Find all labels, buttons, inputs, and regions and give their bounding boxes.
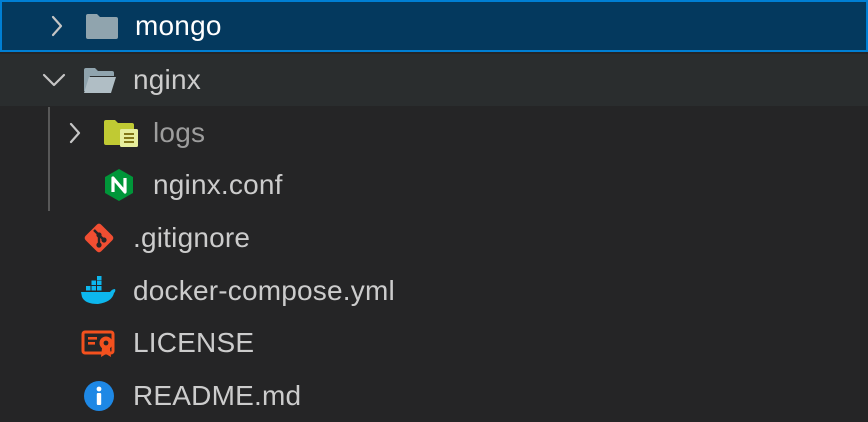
tree-item-label: .gitignore <box>133 222 251 253</box>
tree-item-label: nginx <box>133 64 201 95</box>
tree-item-mongo[interactable]: mongo <box>0 0 868 52</box>
chevron-down-icon[interactable] <box>40 54 68 106</box>
tree-item-label: mongo <box>135 10 222 41</box>
tree-item-label: README.md <box>133 380 302 411</box>
tree-item-license[interactable]: LICENSE <box>0 317 868 369</box>
info-icon <box>81 370 117 422</box>
tree-item-nginx[interactable]: nginx <box>0 54 868 106</box>
tree-item-readme[interactable]: README.md <box>0 370 868 422</box>
tree-item-docker-compose[interactable]: docker-compose.yml <box>0 265 868 317</box>
folder-open-icon <box>82 54 118 106</box>
license-icon <box>80 317 118 369</box>
git-icon <box>81 212 117 264</box>
logs-folder-icon <box>102 107 140 159</box>
tree-item-label: logs <box>153 117 206 148</box>
chevron-right-icon[interactable] <box>64 107 86 159</box>
tree-item-label: nginx.conf <box>153 169 283 200</box>
tree-item-nginx-conf[interactable]: nginx.conf <box>0 159 868 211</box>
folder-icon <box>84 2 120 50</box>
tree-item-gitignore[interactable]: .gitignore <box>0 212 868 264</box>
tree-item-label: docker-compose.yml <box>133 275 395 306</box>
chevron-right-icon[interactable] <box>46 2 68 50</box>
tree-item-logs[interactable]: logs <box>0 107 868 159</box>
nginx-icon <box>102 159 136 211</box>
docker-icon <box>80 265 118 317</box>
tree-item-label: LICENSE <box>133 327 255 358</box>
file-explorer-tree: mongo nginx logs nginx.conf .gitignore d… <box>0 0 868 422</box>
